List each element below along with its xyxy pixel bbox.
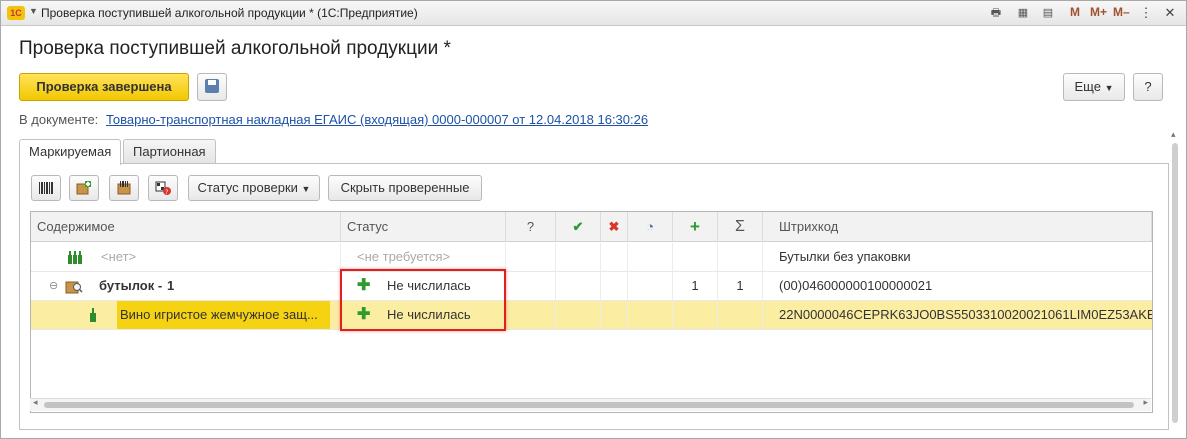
horizontal-scroll-thumb[interactable]	[44, 402, 1134, 408]
row-sum-cell	[718, 301, 763, 329]
document-label: В документе:	[19, 112, 99, 127]
memory-m-button[interactable]: M	[1070, 5, 1080, 19]
vertical-scroll-thumb[interactable]	[1172, 143, 1178, 423]
row-error-cell	[601, 272, 628, 300]
more-label: Еще	[1074, 79, 1101, 94]
row-checked-cell	[556, 301, 601, 329]
scroll-left-icon[interactable]: ◂	[33, 397, 38, 408]
row-question-cell	[506, 301, 556, 329]
row-content-text: Вино игристое жемчужное защ...	[117, 301, 330, 329]
collapse-icon[interactable]: ⊖	[49, 272, 58, 300]
row-clock-cell	[628, 301, 673, 329]
scroll-up-icon[interactable]: ▴	[1171, 129, 1176, 140]
save-button[interactable]	[197, 73, 227, 101]
calendar-icon[interactable]: ▤	[1041, 6, 1055, 20]
table-row[interactable]: Вино игристое жемчужное защ... ✚ Не числ…	[31, 301, 1152, 330]
table-row[interactable]: <нет> <не требуется> Бутылки без упаковк…	[31, 243, 1152, 272]
chevron-down-icon: ▼	[1104, 83, 1114, 93]
row-content-text: бутылок -	[99, 278, 163, 293]
open-box-button[interactable]	[109, 175, 139, 201]
row-error-cell	[601, 301, 628, 329]
vertical-scrollbar[interactable]: ▴	[1170, 129, 1180, 427]
tab-batch[interactable]: Партионная	[123, 139, 216, 164]
column-header-checked[interactable]: ✔	[556, 212, 601, 242]
row-status-cell: <не требуется>	[341, 243, 506, 271]
column-header-sum[interactable]: Σ	[718, 212, 763, 242]
highlight-box	[340, 269, 506, 331]
row-content-cell: ⊖ бутылок - 1	[31, 272, 341, 300]
code-question-icon: ?	[155, 181, 171, 196]
memory-minus-button[interactable]: M–	[1113, 5, 1130, 19]
svg-text:?: ?	[165, 189, 168, 196]
row-barcode-cell: (00)046000000100000021	[779, 278, 933, 293]
print-icon[interactable]: 🖶	[989, 6, 1003, 20]
row-added-cell	[673, 243, 718, 271]
column-header-status[interactable]: Статус	[341, 212, 506, 242]
scroll-right-icon[interactable]: ▸	[1143, 397, 1148, 408]
check-code-button[interactable]: ?	[148, 175, 178, 201]
check-status-dropdown[interactable]: Статус проверки ▼	[188, 175, 320, 201]
hide-checked-button[interactable]: Скрыть проверенные	[328, 175, 482, 201]
close-icon[interactable]: ✕	[1161, 4, 1179, 22]
row-sum-cell: 1	[718, 272, 763, 300]
row-clock-cell	[628, 243, 673, 271]
column-header-clock[interactable]: ◔	[628, 212, 673, 242]
column-header-added[interactable]: +	[673, 212, 718, 242]
more-button[interactable]: Еще ▼	[1063, 73, 1125, 101]
row-checked-cell	[556, 243, 601, 271]
row-content-cell: <нет>	[31, 243, 341, 271]
row-question-cell	[506, 272, 556, 300]
save-icon	[205, 79, 219, 93]
row-content-text: <нет>	[101, 249, 137, 264]
complete-check-button[interactable]: Проверка завершена	[19, 73, 189, 101]
row-clock-cell	[628, 272, 673, 300]
tab-marked[interactable]: Маркируемая	[19, 139, 122, 165]
items-table[interactable]: Содержимое Статус ? ✔ ✖ ◔ + Σ Штрихкод <…	[30, 211, 1153, 413]
barcode-icon	[39, 182, 53, 194]
calculator-icon[interactable]: ▦	[1016, 6, 1030, 20]
column-header-content[interactable]: Содержимое	[31, 212, 341, 242]
table-row[interactable]: ⊖ бутылок - 1 ✚ Не числилась 1 1 (00)046…	[31, 272, 1152, 301]
memory-plus-button[interactable]: M+	[1090, 5, 1107, 19]
add-box-button[interactable]	[69, 175, 99, 201]
help-button[interactable]: ?	[1133, 73, 1163, 101]
row-checked-cell	[556, 272, 601, 300]
box-add-icon	[76, 181, 91, 195]
menu-arrow-icon[interactable]: ▼	[29, 6, 38, 16]
row-count-text: 1	[167, 278, 175, 293]
bottles-icon	[68, 251, 82, 264]
row-sum-cell	[718, 243, 763, 271]
chevron-down-icon: ▼	[301, 184, 311, 194]
row-error-cell	[601, 243, 628, 271]
scan-barcode-button[interactable]	[31, 175, 61, 201]
app-window: 1С ▼ Проверка поступившей алкогольной пр…	[0, 0, 1187, 439]
column-header-barcode[interactable]: Штрихкод	[763, 212, 1152, 242]
bottle-icon	[90, 308, 96, 322]
row-content-cell: Вино игристое жемчужное защ...	[31, 301, 341, 329]
title-bar: 1С ▼ Проверка поступившей алкогольной пр…	[1, 1, 1186, 26]
menu-icon[interactable]: ⋮	[1137, 4, 1155, 22]
row-added-cell	[673, 301, 718, 329]
column-header-question[interactable]: ?	[506, 212, 556, 242]
row-question-cell	[506, 243, 556, 271]
document-link[interactable]: Товарно-транспортная накладная ЕГАИС (вх…	[106, 112, 648, 127]
box-barcode-icon	[117, 181, 131, 195]
check-status-label: Статус проверки	[197, 180, 298, 195]
column-header-error[interactable]: ✖	[601, 212, 628, 242]
box-search-icon	[65, 281, 83, 294]
row-barcode-cell: Бутылки без упаковки	[779, 249, 911, 264]
row-barcode-cell: 22N0000046CEPRK63JO0BS5503310020021061LI…	[779, 307, 1152, 322]
window-title: Проверка поступившей алкогольной продукц…	[41, 6, 418, 20]
row-added-cell: 1	[673, 272, 718, 300]
horizontal-scrollbar[interactable]: ◂ ▸	[30, 397, 1151, 411]
page-title: Проверка поступившей алкогольной продукц…	[19, 38, 451, 59]
app-logo-icon[interactable]: 1С	[7, 6, 25, 20]
